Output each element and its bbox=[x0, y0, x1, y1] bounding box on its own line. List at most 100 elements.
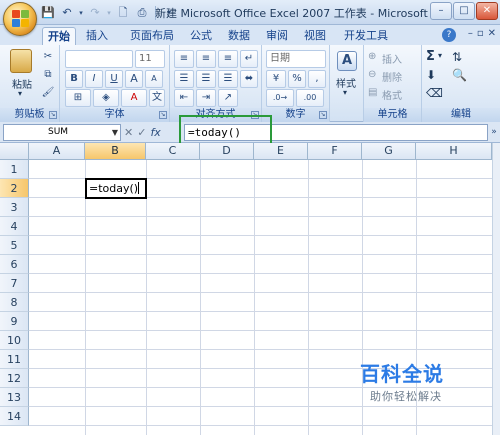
copy-icon[interactable]: ⧉ bbox=[40, 66, 56, 84]
row-header-2[interactable]: 2 bbox=[0, 179, 29, 198]
quick-print-icon[interactable]: ⎙ bbox=[134, 5, 150, 21]
workbook-minimize-icon[interactable]: – bbox=[468, 28, 473, 39]
cut-icon[interactable]: ✂ bbox=[40, 48, 56, 66]
increase-decimal-icon[interactable]: .0→ bbox=[266, 89, 294, 107]
row-header-5[interactable]: 5 bbox=[0, 236, 29, 255]
delete-cells-button[interactable]: 删除 bbox=[382, 69, 402, 84]
minimize-button[interactable]: – bbox=[430, 2, 452, 20]
font-color-icon[interactable]: A bbox=[121, 89, 147, 107]
phonetic-icon[interactable]: 文 bbox=[149, 89, 165, 107]
tab-home[interactable]: 开始 bbox=[42, 27, 76, 45]
paste-dropdown-icon[interactable]: ▾ bbox=[18, 89, 22, 98]
row-header-12[interactable]: 12 bbox=[0, 369, 29, 388]
workbook-restore-icon[interactable]: ▫ bbox=[477, 28, 484, 39]
column-header-b[interactable]: B bbox=[85, 143, 146, 160]
clear-icon[interactable]: ⌫ bbox=[426, 86, 443, 100]
fill-icon[interactable]: ⬇ bbox=[426, 68, 436, 82]
redo-dropdown-icon[interactable]: ▾ bbox=[106, 5, 112, 21]
enter-icon[interactable]: ✓ bbox=[137, 126, 146, 139]
vertical-scrollbar[interactable] bbox=[492, 143, 500, 435]
alignment-launcher-icon[interactable]: ↘ bbox=[251, 111, 259, 119]
autosum-icon[interactable]: Σ bbox=[426, 49, 435, 64]
find-select-icon[interactable]: 🔍 bbox=[452, 68, 467, 82]
maximize-button[interactable]: □ bbox=[453, 2, 475, 20]
autosum-dropdown-icon[interactable]: ▾ bbox=[438, 51, 442, 60]
align-left-icon[interactable]: ☰ bbox=[174, 70, 194, 88]
decrease-indent-icon[interactable]: ⇤ bbox=[174, 89, 194, 107]
fill-color-icon[interactable]: ◈ bbox=[93, 89, 119, 107]
font-launcher-icon[interactable]: ↘ bbox=[159, 111, 167, 119]
cancel-icon[interactable]: ✕ bbox=[124, 126, 133, 139]
clipboard-launcher-icon[interactable]: ↘ bbox=[49, 111, 57, 119]
tab-review[interactable]: 审阅 bbox=[260, 27, 294, 45]
select-all-corner[interactable] bbox=[0, 143, 29, 160]
close-button[interactable]: ✕ bbox=[476, 2, 498, 20]
font-name-select[interactable] bbox=[65, 50, 133, 68]
row-header-8[interactable]: 8 bbox=[0, 293, 29, 312]
orientation-icon[interactable]: ↗ bbox=[218, 89, 238, 107]
currency-icon[interactable]: ¥ bbox=[266, 70, 286, 88]
align-top-icon[interactable]: ≡ bbox=[174, 50, 194, 68]
tab-formulas[interactable]: 公式 bbox=[184, 27, 218, 45]
insert-cells-icon[interactable]: ⊕ bbox=[368, 51, 376, 62]
align-middle-icon[interactable]: ≡ bbox=[196, 50, 216, 68]
column-header-d[interactable]: D bbox=[200, 143, 254, 160]
help-icon[interactable]: ? bbox=[442, 28, 456, 42]
sort-filter-icon[interactable]: ⇅ bbox=[452, 50, 462, 64]
row-header-9[interactable]: 9 bbox=[0, 312, 29, 331]
tab-view[interactable]: 视图 bbox=[298, 27, 332, 45]
format-cells-button[interactable]: 格式 bbox=[382, 87, 402, 102]
undo-icon[interactable]: ↶ bbox=[59, 5, 75, 21]
italic-button[interactable]: I bbox=[85, 70, 103, 88]
align-center-icon[interactable]: ☰ bbox=[196, 70, 216, 88]
tab-insert[interactable]: 插入 bbox=[80, 27, 114, 45]
row-header-6[interactable]: 6 bbox=[0, 255, 29, 274]
save-icon[interactable]: 💾 bbox=[40, 5, 56, 21]
workbook-close-icon[interactable]: ✕ bbox=[488, 28, 496, 39]
comma-style-icon[interactable]: , bbox=[308, 70, 326, 88]
expand-formula-bar-icon[interactable]: » bbox=[489, 125, 499, 139]
paste-icon[interactable] bbox=[10, 49, 32, 73]
font-size-select[interactable]: 11 bbox=[135, 50, 165, 68]
decrease-decimal-icon[interactable]: .00 bbox=[296, 89, 324, 107]
tab-page-layout[interactable]: 页面布局 bbox=[124, 27, 180, 45]
office-button[interactable] bbox=[3, 2, 37, 36]
wrap-text-icon[interactable]: ↵ bbox=[240, 50, 258, 68]
redo-icon[interactable]: ↷ bbox=[87, 5, 103, 21]
format-painter-icon[interactable]: 🖌 bbox=[40, 84, 56, 102]
tab-developer[interactable]: 开发工具 bbox=[338, 27, 394, 45]
column-header-a[interactable]: A bbox=[29, 143, 85, 160]
merge-cells-icon[interactable]: ⬌ bbox=[240, 70, 258, 88]
number-format-select[interactable]: 日期 bbox=[266, 50, 326, 68]
column-header-h[interactable]: H bbox=[416, 143, 492, 160]
shrink-font-button[interactable]: A bbox=[145, 70, 163, 88]
bold-button[interactable]: B bbox=[65, 70, 83, 88]
increase-indent-icon[interactable]: ⇥ bbox=[196, 89, 216, 107]
number-launcher-icon[interactable]: ↘ bbox=[319, 111, 327, 119]
active-cell-b2[interactable]: =today() bbox=[85, 178, 147, 199]
column-header-c[interactable]: C bbox=[146, 143, 200, 160]
insert-cells-button[interactable]: 插入 bbox=[382, 51, 402, 66]
row-header-4[interactable]: 4 bbox=[0, 217, 29, 236]
row-header-13[interactable]: 13 bbox=[0, 388, 29, 407]
align-right-icon[interactable]: ☰ bbox=[218, 70, 238, 88]
tab-data[interactable]: 数据 bbox=[222, 27, 256, 45]
row-header-10[interactable]: 10 bbox=[0, 331, 29, 350]
column-header-g[interactable]: G bbox=[362, 143, 416, 160]
name-box-dropdown-icon[interactable]: ▼ bbox=[112, 125, 118, 140]
row-header-1[interactable]: 1 bbox=[0, 160, 29, 179]
grow-font-button[interactable]: A bbox=[125, 70, 143, 88]
print-preview-icon[interactable]: 🗋 bbox=[115, 5, 131, 21]
row-header-7[interactable]: 7 bbox=[0, 274, 29, 293]
borders-icon[interactable]: ⊞ bbox=[65, 89, 91, 107]
row-header-3[interactable]: 3 bbox=[0, 198, 29, 217]
formula-input[interactable]: =today() bbox=[184, 124, 488, 141]
styles-dropdown-icon[interactable]: ▾ bbox=[343, 88, 347, 97]
row-header-11[interactable]: 11 bbox=[0, 350, 29, 369]
align-bottom-icon[interactable]: ≡ bbox=[218, 50, 238, 68]
styles-icon[interactable]: A bbox=[337, 51, 357, 71]
format-cells-icon[interactable]: ▤ bbox=[368, 87, 377, 98]
name-box[interactable]: SUM ▼ bbox=[3, 124, 121, 141]
underline-button[interactable]: U bbox=[105, 70, 123, 88]
row-header-14[interactable]: 14 bbox=[0, 407, 29, 426]
